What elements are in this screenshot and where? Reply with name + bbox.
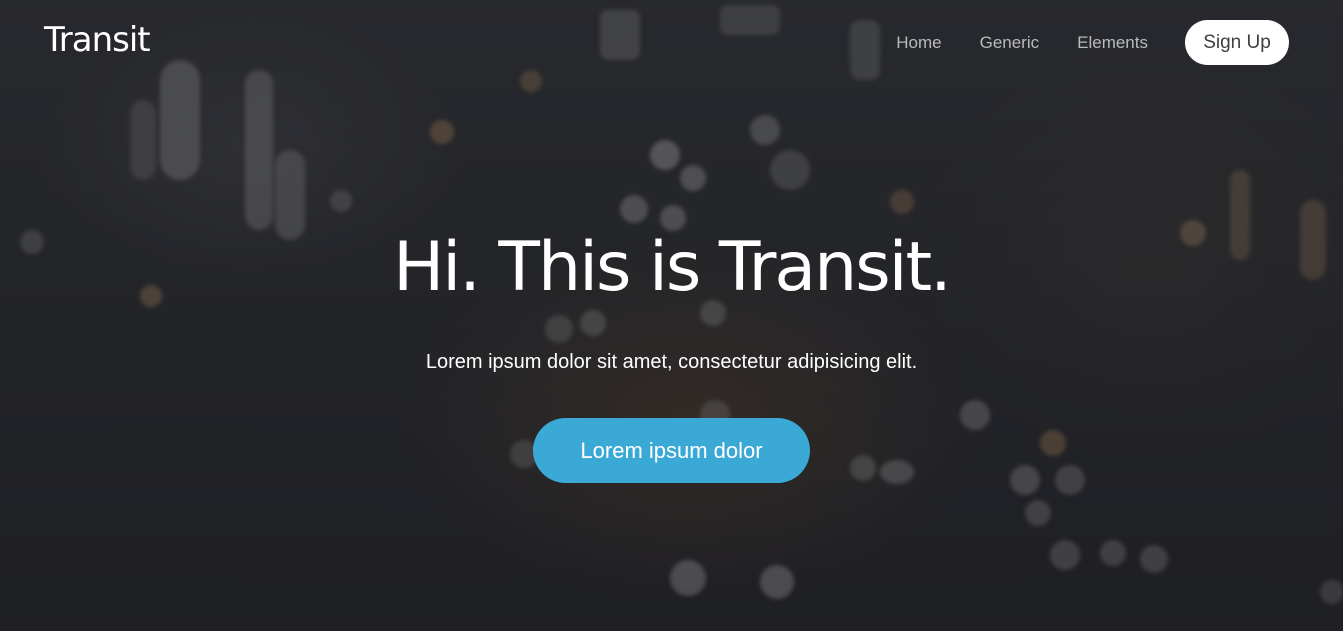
site-logo[interactable]: Transit [44, 20, 151, 60]
nav-link-home[interactable]: Home [896, 33, 941, 53]
nav-link-elements[interactable]: Elements [1077, 33, 1148, 53]
nav-link-generic[interactable]: Generic [980, 33, 1040, 53]
page: Transit Home Generic Elements Sign Up Hi… [0, 0, 1343, 631]
hero-cta-button[interactable]: Lorem ipsum dolor [533, 418, 810, 483]
hero-title: Hi. This is Transit. [393, 228, 952, 307]
main-nav: Home Generic Elements Sign Up [858, 20, 1289, 65]
sign-up-button[interactable]: Sign Up [1185, 20, 1289, 65]
hero-section: Hi. This is Transit. Lorem ipsum dolor s… [0, 228, 1343, 483]
hero-subtitle: Lorem ipsum dolor sit amet, consectetur … [425, 351, 918, 373]
